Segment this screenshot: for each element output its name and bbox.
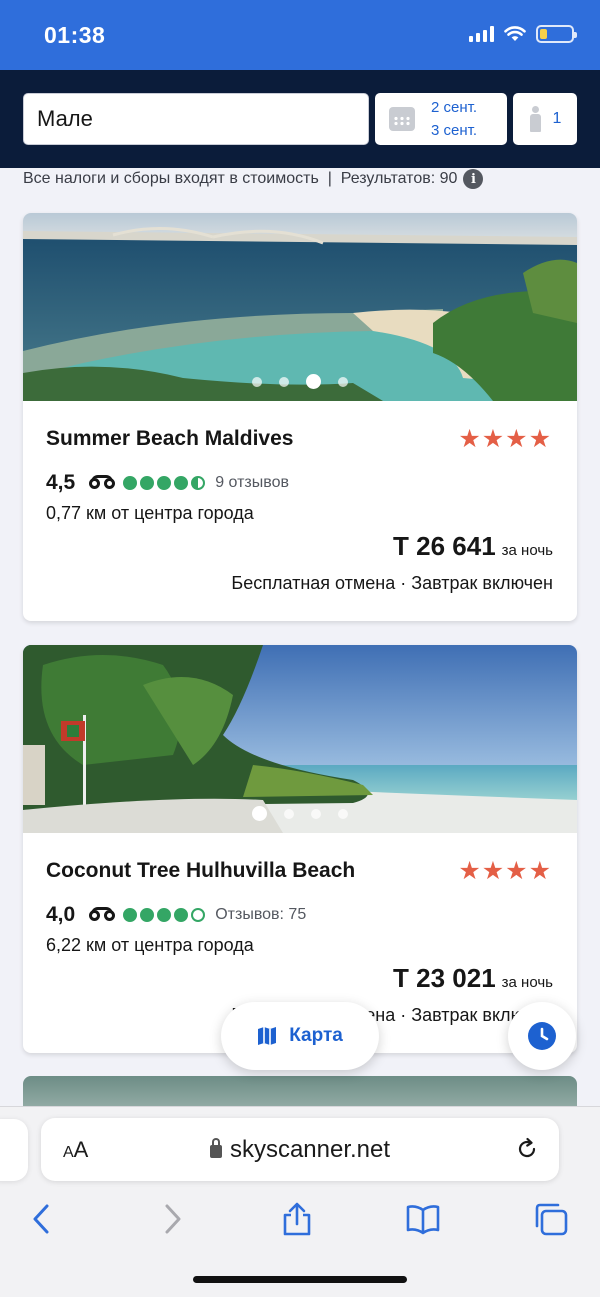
results-info: Все налоги и сборы входят в стоимость | … <box>23 168 484 190</box>
hotel-name[interactable]: Summer Beach Maldives <box>46 427 293 451</box>
rating-score: 4,0 <box>46 903 76 926</box>
cellular-signal-icon <box>469 26 494 42</box>
price-row: Т 26 641 за ночь <box>393 531 553 562</box>
previous-tab-edge[interactable] <box>0 1119 28 1181</box>
guests-selector[interactable]: 1 <box>513 93 577 145</box>
rating-row: 4,0 Отзывов: 75 <box>46 903 306 927</box>
per-night-label: за ночь <box>501 542 553 559</box>
back-icon[interactable] <box>25 1202 59 1236</box>
info-icon[interactable]: i <box>463 169 484 189</box>
date-from: 2 сент. <box>431 99 478 116</box>
beach-bridge-photo <box>23 213 577 401</box>
home-indicator[interactable] <box>193 1276 407 1283</box>
date-to: 3 сент. <box>431 122 478 139</box>
pagination-dot[interactable] <box>284 808 294 819</box>
share-icon[interactable] <box>280 1202 314 1236</box>
hotel-card[interactable]: Summer Beach Maldives ★★★★ 4,5 9 отзывов… <box>23 213 577 621</box>
destination-input[interactable]: Мале <box>23 93 369 145</box>
hotel-card[interactable]: Coconut Tree Hulhuvilla Beach ★★★★ 4,0 О… <box>23 645 577 1053</box>
status-time: 01:38 <box>44 22 106 48</box>
price: Т 26 641 <box>393 531 496 561</box>
hotel-photo[interactable] <box>23 213 577 401</box>
hotel-name[interactable]: Coconut Tree Hulhuvilla Beach <box>46 859 355 883</box>
rating-score: 4,5 <box>46 471 76 494</box>
pagination-dot[interactable] <box>338 808 348 819</box>
rating-bubbles <box>123 476 206 490</box>
rating-bubbles <box>123 908 206 922</box>
guests-count: 1 <box>552 110 562 127</box>
pagination-dot[interactable] <box>279 376 289 387</box>
map-button-label: Карта <box>289 1025 343 1046</box>
status-bar: 01:38 <box>0 0 600 70</box>
pagination-dot[interactable] <box>311 808 321 819</box>
pagination-dot[interactable] <box>252 376 262 387</box>
distance: 6,22 км от центра города <box>46 935 254 955</box>
person-icon <box>529 106 541 132</box>
pagination-dot[interactable] <box>338 376 348 387</box>
features: Бесплатная отмена · Завтрак включен <box>231 573 553 593</box>
address-bar[interactable]: AA skyscanner.net <box>41 1118 559 1181</box>
hotel-info: Summer Beach Maldives ★★★★ 4,5 9 отзывов… <box>23 401 577 621</box>
hotel-stars: ★★★★ <box>458 425 552 453</box>
url-display[interactable]: skyscanner.net <box>41 1136 559 1164</box>
dates-selector[interactable]: 2 сент. 3 сент. <box>375 93 507 145</box>
url-text: skyscanner.net <box>229 1136 391 1163</box>
clock-icon <box>528 1022 556 1050</box>
image-pagination[interactable] <box>23 374 577 389</box>
lock-icon <box>209 1138 222 1158</box>
tabs-icon[interactable] <box>534 1202 568 1236</box>
hotel-stars: ★★★★ <box>458 857 552 885</box>
price-row: Т 23 021 за ночь <box>393 963 553 994</box>
rating-row: 4,5 9 отзывов <box>46 471 289 495</box>
map-button[interactable]: Карта <box>221 1002 379 1070</box>
image-pagination[interactable] <box>23 806 577 821</box>
pagination-dot-active[interactable] <box>252 806 267 821</box>
results-info-text: Все налоги и сборы входят в стоимость | … <box>23 170 458 187</box>
status-icons <box>469 25 577 43</box>
forward-icon[interactable] <box>155 1202 189 1236</box>
browser-toolbar: AA skyscanner.net <box>0 1106 600 1297</box>
dates-text: 2 сент. 3 сент. <box>431 96 477 142</box>
calendar-icon <box>389 107 415 131</box>
per-night-label: за ночь <box>501 974 553 991</box>
hotel-photo[interactable] <box>23 645 577 833</box>
bookmarks-icon[interactable] <box>406 1202 440 1236</box>
battery-icon <box>536 25 577 43</box>
wifi-icon <box>504 26 526 41</box>
reload-icon[interactable] <box>515 1137 539 1161</box>
search-header: Мале 2 сент. 3 сент. 1 <box>0 70 600 168</box>
pagination-dot-active[interactable] <box>306 374 321 389</box>
beach-palms-photo <box>23 645 577 833</box>
recent-searches-button[interactable] <box>508 1002 576 1070</box>
price: Т 23 021 <box>393 963 496 993</box>
tripadvisor-owl-icon <box>89 475 116 491</box>
review-count: Отзывов: 75 <box>215 906 307 923</box>
tripadvisor-owl-icon <box>89 907 116 923</box>
distance: 0,77 км от центра города <box>46 503 254 523</box>
map-icon <box>258 1027 277 1045</box>
review-count: 9 отзывов <box>215 474 289 491</box>
